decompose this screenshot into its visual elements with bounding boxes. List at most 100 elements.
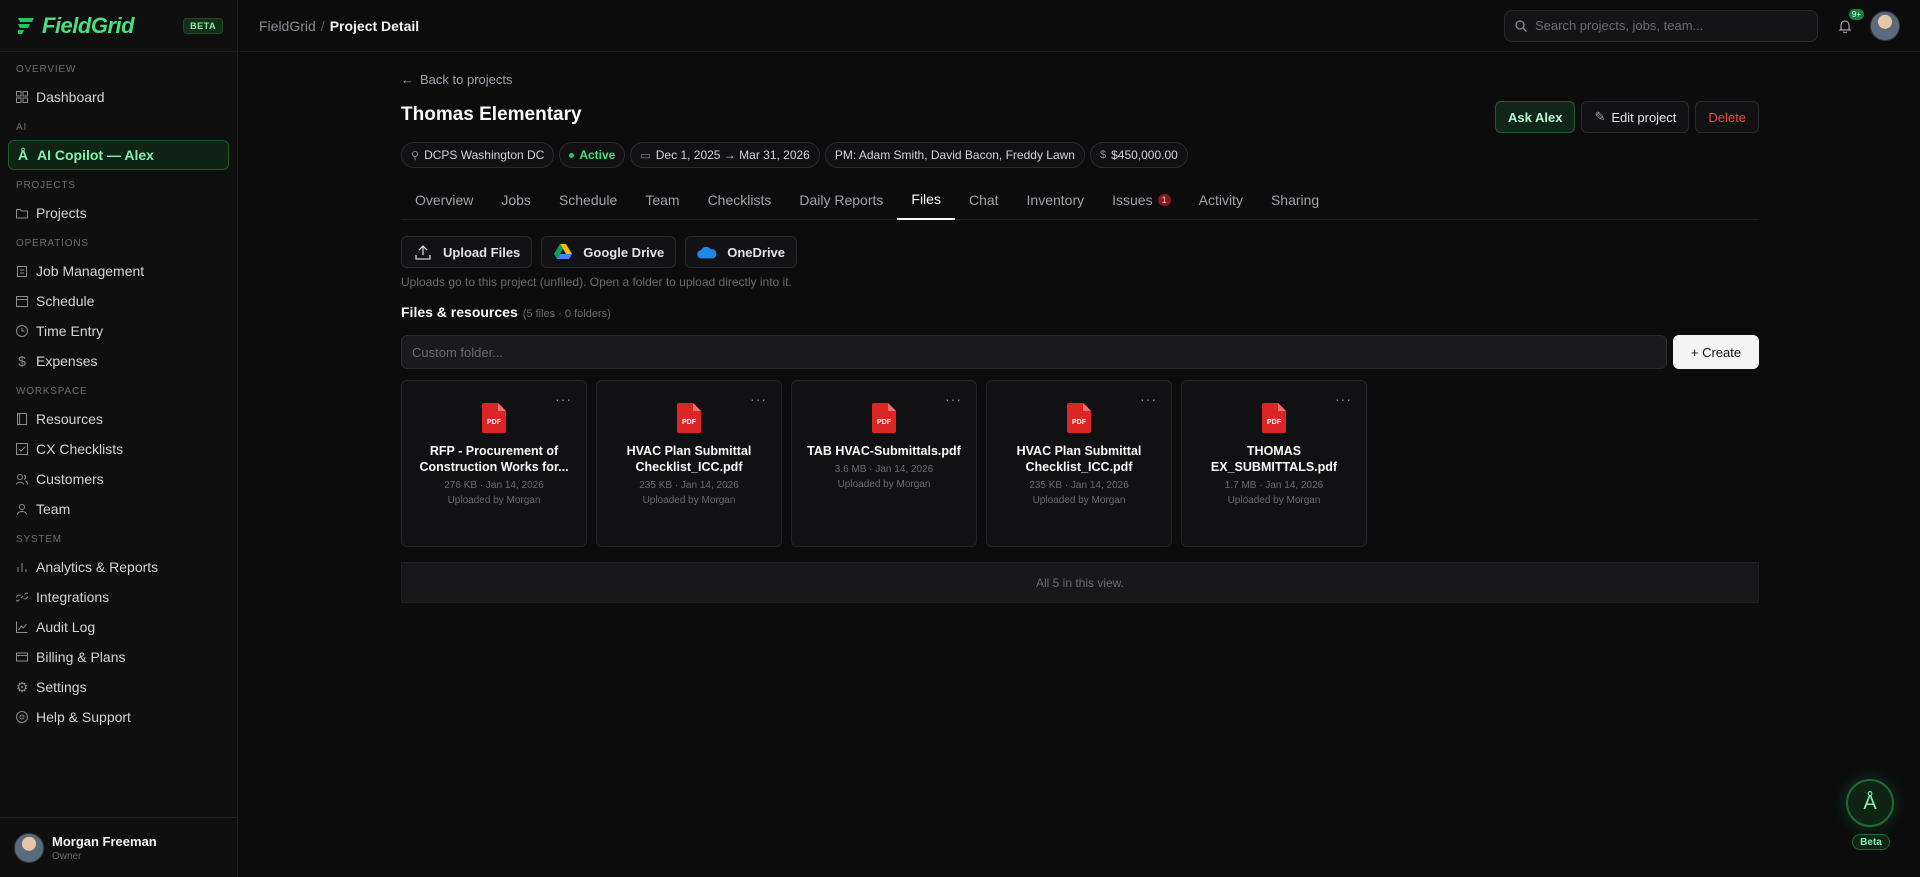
file-name: THOMAS EX_SUBMITTALS.pdf <box>1210 444 1338 474</box>
avatar[interactable] <box>1870 10 1900 41</box>
status-dot-icon <box>569 152 575 158</box>
sidebar-item-label: Help & Support <box>36 709 131 725</box>
sidebar-item-customers[interactable]: Customers <box>8 464 229 494</box>
credit-card-icon <box>16 651 28 663</box>
files-footer: All 5 in this view. <box>401 562 1759 603</box>
sidebar-item-label: AI Copilot — Alex <box>37 147 154 163</box>
tab-activity[interactable]: Activity <box>1185 180 1257 220</box>
pdf-file-icon: PDF <box>1262 403 1286 433</box>
sidebar-item-label: Team <box>36 501 71 517</box>
notifications-button[interactable]: 9+ <box>1834 8 1864 37</box>
sidebar-item-ai-copilot[interactable]: Å AI Copilot — Alex <box>8 140 229 170</box>
sidebar-item-expenses[interactable]: $ Expenses <box>8 346 229 376</box>
upload-files-button[interactable]: Upload Files <box>401 236 533 268</box>
nav-section-system: SYSTEM <box>16 534 62 545</box>
upload-hint: Uploads go to this project (unfiled). Op… <box>401 275 792 289</box>
sidebar-item-resources[interactable]: Resources <box>8 404 229 434</box>
user-icon <box>16 503 28 515</box>
sidebar-item-analytics-reports[interactable]: Analytics & Reports <box>8 552 229 582</box>
search-input[interactable] <box>1535 18 1795 33</box>
tab-issues[interactable]: Issues 1 <box>1098 180 1184 220</box>
search-box[interactable] <box>1504 9 1818 42</box>
dollar-icon: $ <box>18 353 26 369</box>
sidebar-item-label: Customers <box>36 471 104 487</box>
beta-badge: BETA <box>183 17 223 34</box>
tab-jobs[interactable]: Jobs <box>487 180 545 220</box>
sidebar-item-help-support[interactable]: Help & Support <box>8 702 229 732</box>
tab-chat[interactable]: Chat <box>955 180 1013 220</box>
sidebar-item-dashboard[interactable]: Dashboard <box>8 82 229 112</box>
logo-icon <box>18 17 34 34</box>
edit-project-label: Edit project <box>1611 109 1677 125</box>
nav-section-ai: AI <box>16 122 28 133</box>
search-icon <box>1515 19 1527 32</box>
google-drive-button[interactable]: Google Drive <box>541 236 677 268</box>
sidebar-item-job-management[interactable]: Job Management <box>8 256 229 286</box>
sidebar-item-settings[interactable]: ⚙ Settings <box>8 672 229 702</box>
tab-inventory[interactable]: Inventory <box>1013 180 1099 220</box>
file-card[interactable]: ··· PDF RFP - Procurement of Constructio… <box>401 380 587 547</box>
sidebar: FieldGrid BETA OVERVIEW Dashboard AI Å A… <box>0 0 238 877</box>
ai-assistant-fab[interactable]: Å <box>1846 779 1894 827</box>
folder-icon <box>16 207 28 219</box>
more-options-icon[interactable]: ··· <box>945 392 962 406</box>
breadcrumb: FieldGrid / Project Detail <box>259 18 419 34</box>
sidebar-item-billing-plans[interactable]: Billing & Plans <box>8 642 229 672</box>
sidebar-item-team[interactable]: Team <box>8 494 229 524</box>
sidebar-item-cx-checklists[interactable]: CX Checklists <box>8 434 229 464</box>
onedrive-button[interactable]: OneDrive <box>685 236 798 268</box>
tab-sharing[interactable]: Sharing <box>1257 180 1333 220</box>
tab-files[interactable]: Files <box>897 180 955 220</box>
breadcrumb-root[interactable]: FieldGrid <box>259 18 316 34</box>
dates-chip-label: Dec 1, 2025 → Mar 31, 2026 <box>655 148 810 162</box>
sidebar-item-label: Resources <box>36 411 103 427</box>
more-options-icon[interactable]: ··· <box>1140 392 1157 406</box>
file-card[interactable]: ··· PDF HVAC Plan Submittal Checklist_IC… <box>986 380 1172 547</box>
tab-schedule[interactable]: Schedule <box>545 180 631 220</box>
arrow-left-icon: ← <box>401 72 414 87</box>
book-icon <box>16 413 28 425</box>
pdf-file-icon: PDF <box>677 403 701 433</box>
delete-project-button[interactable]: Delete <box>1695 101 1759 133</box>
create-folder-button[interactable]: + Create <box>1673 335 1759 369</box>
file-uploader: Uploaded by Morgan <box>837 479 931 490</box>
avatar <box>14 832 44 863</box>
project-tabs: Overview Jobs Schedule Team Checklists D… <box>401 180 1759 220</box>
file-uploader: Uploaded by Morgan <box>1032 495 1126 506</box>
tab-team[interactable]: Team <box>631 180 693 220</box>
user-profile[interactable]: Morgan Freeman Owner <box>0 817 238 877</box>
files-section-title: Files & resources <box>401 304 518 320</box>
pdf-file-icon: PDF <box>872 403 896 433</box>
custom-folder-input[interactable] <box>401 335 1667 369</box>
pdf-label: PDF <box>487 419 502 426</box>
sidebar-item-audit-log[interactable]: Audit Log <box>8 612 229 642</box>
file-card[interactable]: ··· PDF THOMAS EX_SUBMITTALS.pdf 1.7 MB … <box>1181 380 1367 547</box>
sidebar-item-label: Schedule <box>36 293 95 309</box>
pdf-file-icon: PDF <box>482 403 506 433</box>
ask-alex-button[interactable]: Ask Alex <box>1495 101 1576 133</box>
sidebar-item-projects[interactable]: Projects <box>8 198 229 228</box>
sidebar-item-schedule[interactable]: Schedule <box>8 286 229 316</box>
sidebar-item-integrations[interactable]: Integrations <box>8 582 229 612</box>
file-card[interactable]: ··· PDF HVAC Plan Submittal Checklist_IC… <box>596 380 782 547</box>
tab-issues-label: Issues <box>1112 192 1153 208</box>
more-options-icon[interactable]: ··· <box>1335 392 1352 406</box>
app-logo-text[interactable]: FieldGrid <box>42 13 135 39</box>
back-link[interactable]: ← Back to projects <box>401 72 513 87</box>
onedrive-icon <box>697 242 717 262</box>
tab-daily-reports[interactable]: Daily Reports <box>785 180 897 220</box>
sidebar-item-time-entry[interactable]: Time Entry <box>8 316 229 346</box>
tab-overview[interactable]: Overview <box>401 180 487 220</box>
more-options-icon[interactable]: ··· <box>555 392 572 406</box>
nav-section-workspace: WORKSPACE <box>16 386 88 397</box>
more-options-icon[interactable]: ··· <box>750 392 767 406</box>
dollar-icon: $ <box>1099 149 1107 161</box>
tab-checklists[interactable]: Checklists <box>694 180 786 220</box>
users-icon <box>16 473 28 485</box>
file-meta: 276 KB · Jan 14, 2026 <box>444 480 544 491</box>
file-meta: 3.6 MB · Jan 14, 2026 <box>834 464 934 475</box>
file-card[interactable]: ··· PDF TAB HVAC-Submittals.pdf 3.6 MB ·… <box>791 380 977 547</box>
user-icon: ⚲ <box>411 149 420 162</box>
edit-project-button[interactable]: ✎ Edit project <box>1581 101 1690 133</box>
sidebar-nav: OVERVIEW Dashboard AI Å AI Copilot — Ale… <box>0 52 237 742</box>
